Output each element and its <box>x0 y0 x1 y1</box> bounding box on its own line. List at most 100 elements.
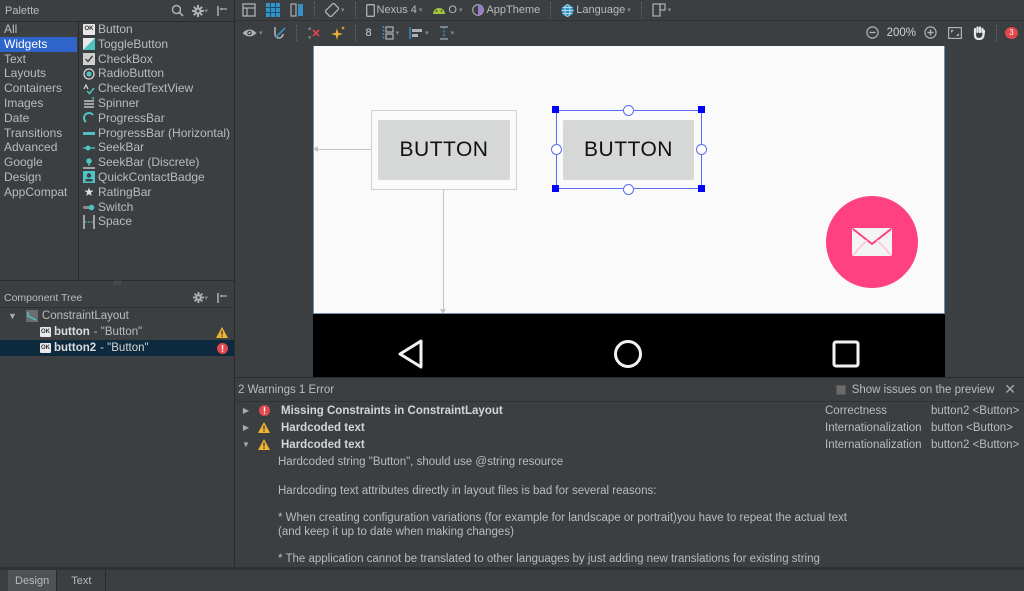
resize-handle-top-right[interactable] <box>698 106 705 113</box>
panel-splitter[interactable]: ///// <box>0 280 234 288</box>
issue-row-expanded[interactable]: ▼ Hardcoded text Internationalization bu… <box>235 436 1024 453</box>
anchor-left[interactable] <box>551 144 562 155</box>
anchor-top[interactable] <box>623 105 634 116</box>
back-icon[interactable] <box>396 338 426 373</box>
hide-panel-icon[interactable] <box>216 292 228 304</box>
infer-constraints-button[interactable] <box>328 24 348 42</box>
eye-icon <box>242 29 257 36</box>
expand-arrow-icon[interactable]: ▶ <box>239 406 253 415</box>
component-tree-title: Component Tree <box>4 291 83 304</box>
issues-summary: 2 Warnings 1 Error <box>238 383 335 396</box>
editor-mode-tabs: Design Text <box>0 567 1024 591</box>
tree-node-desc: - "Button" <box>100 342 149 354</box>
default-margin-button[interactable]: 8 <box>363 24 375 42</box>
tree-node-label: ConstraintLayout <box>41 310 129 322</box>
palette-item-seekbar-discrete[interactable]: SeekBar (Discrete) <box>80 155 234 170</box>
layout-variants-button[interactable]: ▾ <box>649 1 675 19</box>
palette-item-label: Switch <box>98 199 134 214</box>
floating-action-button[interactable] <box>826 196 918 288</box>
palette-item-progressbar-horizontal[interactable]: ProgressBar (Horizontal) <box>80 126 234 141</box>
palette-item-space[interactable]: Space <box>80 214 234 229</box>
search-icon[interactable] <box>171 4 185 17</box>
palette-category-advanced[interactable]: Advanced <box>0 140 78 155</box>
palette-category-text[interactable]: Text <box>0 52 78 67</box>
anchor-right[interactable] <box>696 144 707 155</box>
home-icon[interactable] <box>613 339 643 372</box>
zoom-out-button[interactable] <box>863 24 882 42</box>
resize-handle-bottom-left[interactable] <box>552 185 559 192</box>
view-options-button[interactable]: ▾ <box>239 24 266 42</box>
issue-count: 3 <box>1005 26 1018 39</box>
tree-node-button2[interactable]: OK button2 - "Button" <box>0 340 234 356</box>
preview-button[interactable]: BUTTON <box>378 120 510 180</box>
warning-icon[interactable] <box>216 326 228 338</box>
palette-item-togglebutton[interactable]: ToggleButton <box>80 37 234 52</box>
theme-selector[interactable]: AppTheme <box>469 1 543 19</box>
palette-item-seekbar[interactable]: SeekBar <box>80 140 234 155</box>
show-issues-checkbox[interactable] <box>835 384 846 395</box>
palette-item-quickcontactbadge[interactable]: QuickContactBadge <box>80 170 234 185</box>
guidelines-button[interactable]: ▾ <box>436 24 458 42</box>
palette-item-radiobutton[interactable]: RadioButton <box>80 66 234 81</box>
collapse-arrow-icon[interactable]: ▼ <box>239 440 253 449</box>
palette-category-date[interactable]: Date <box>0 111 78 126</box>
pan-button[interactable] <box>970 24 988 42</box>
autoconnect-button[interactable] <box>270 24 289 42</box>
palette-category-appcompat[interactable]: AppCompat <box>0 185 78 200</box>
error-icon[interactable] <box>217 342 228 354</box>
palette-category-images[interactable]: Images <box>0 96 78 111</box>
hide-panel-icon[interactable] <box>216 5 228 17</box>
align-button[interactable]: ▾ <box>406 24 432 42</box>
palette-item-switch[interactable]: Switch <box>80 200 234 215</box>
constraint-bottom <box>443 189 444 311</box>
clear-constraints-button[interactable] <box>304 24 324 42</box>
resize-handle-top-left[interactable] <box>552 106 559 113</box>
issue-title: Hardcoded text <box>281 421 365 434</box>
gear-icon[interactable]: ▾ <box>193 292 208 304</box>
palette-item-button[interactable]: OK Button <box>80 22 234 37</box>
api-level-selector[interactable]: O ▾ <box>429 1 465 19</box>
blueprint-view-button[interactable] <box>263 1 283 19</box>
component-tree-header: Component Tree ▾ <box>0 288 234 308</box>
gear-icon[interactable]: ▾ <box>192 4 208 17</box>
palette-category-design[interactable]: Design <box>0 170 78 185</box>
pack-button[interactable]: ▾ <box>379 24 403 42</box>
palette-category-all[interactable]: All <box>0 22 78 37</box>
zoom-in-button[interactable] <box>921 24 940 42</box>
zoom-to-fit-button[interactable] <box>945 24 965 42</box>
palette-item-checkbox[interactable]: CheckBox <box>80 52 234 67</box>
orientation-button[interactable]: ▾ <box>322 1 348 19</box>
palette-category-google[interactable]: Google <box>0 155 78 170</box>
tree-node-button[interactable]: OK button - "Button" <box>0 324 234 340</box>
palette-item-spinner[interactable]: Spinner <box>80 96 234 111</box>
recents-icon[interactable] <box>832 340 860 371</box>
resize-handle-bottom-right[interactable] <box>698 185 705 192</box>
close-icon[interactable]: ✕ <box>1004 381 1016 398</box>
both-views-button[interactable] <box>287 1 307 19</box>
issues-badge[interactable]: 3 <box>1005 24 1018 42</box>
palette-category-widgets[interactable]: Widgets <box>0 36 77 52</box>
language-selector[interactable]: Language ▾ <box>558 1 633 19</box>
collapse-arrow-icon[interactable]: ▼ <box>8 311 17 321</box>
anchor-bottom[interactable] <box>623 184 634 195</box>
device-selector[interactable]: Nexus 4 ▾ <box>363 1 426 19</box>
palette-item-label: Space <box>98 214 133 229</box>
palette-category-transitions[interactable]: Transitions <box>0 126 78 141</box>
tab-text[interactable]: Text <box>57 570 107 591</box>
design-view-button[interactable] <box>239 1 259 19</box>
palette-item-progressbar[interactable]: ProgressBar <box>80 111 234 126</box>
tab-design[interactable]: Design <box>8 570 58 591</box>
tree-node-desc: - "Button" <box>93 326 143 338</box>
issue-row[interactable]: ▶ Hardcoded text Internationalization bu… <box>235 419 1024 436</box>
clear-constraints-icon <box>307 26 320 39</box>
tree-node-constraintlayout[interactable]: ▼ ConstraintLayout <box>0 308 234 324</box>
issue-category: Correctness <box>825 404 887 417</box>
theme-icon <box>472 4 485 16</box>
align-icon <box>409 26 423 39</box>
palette-item-ratingbar[interactable]: ★ RatingBar <box>80 185 234 200</box>
palette-category-layouts[interactable]: Layouts <box>0 66 78 81</box>
palette-category-containers[interactable]: Containers <box>0 81 78 96</box>
palette-item-checkedtextview[interactable]: CheckedTextView <box>80 81 234 96</box>
issue-row[interactable]: ▶ Missing Constraints in ConstraintLayou… <box>235 402 1024 419</box>
expand-arrow-icon[interactable]: ▶ <box>239 423 253 432</box>
